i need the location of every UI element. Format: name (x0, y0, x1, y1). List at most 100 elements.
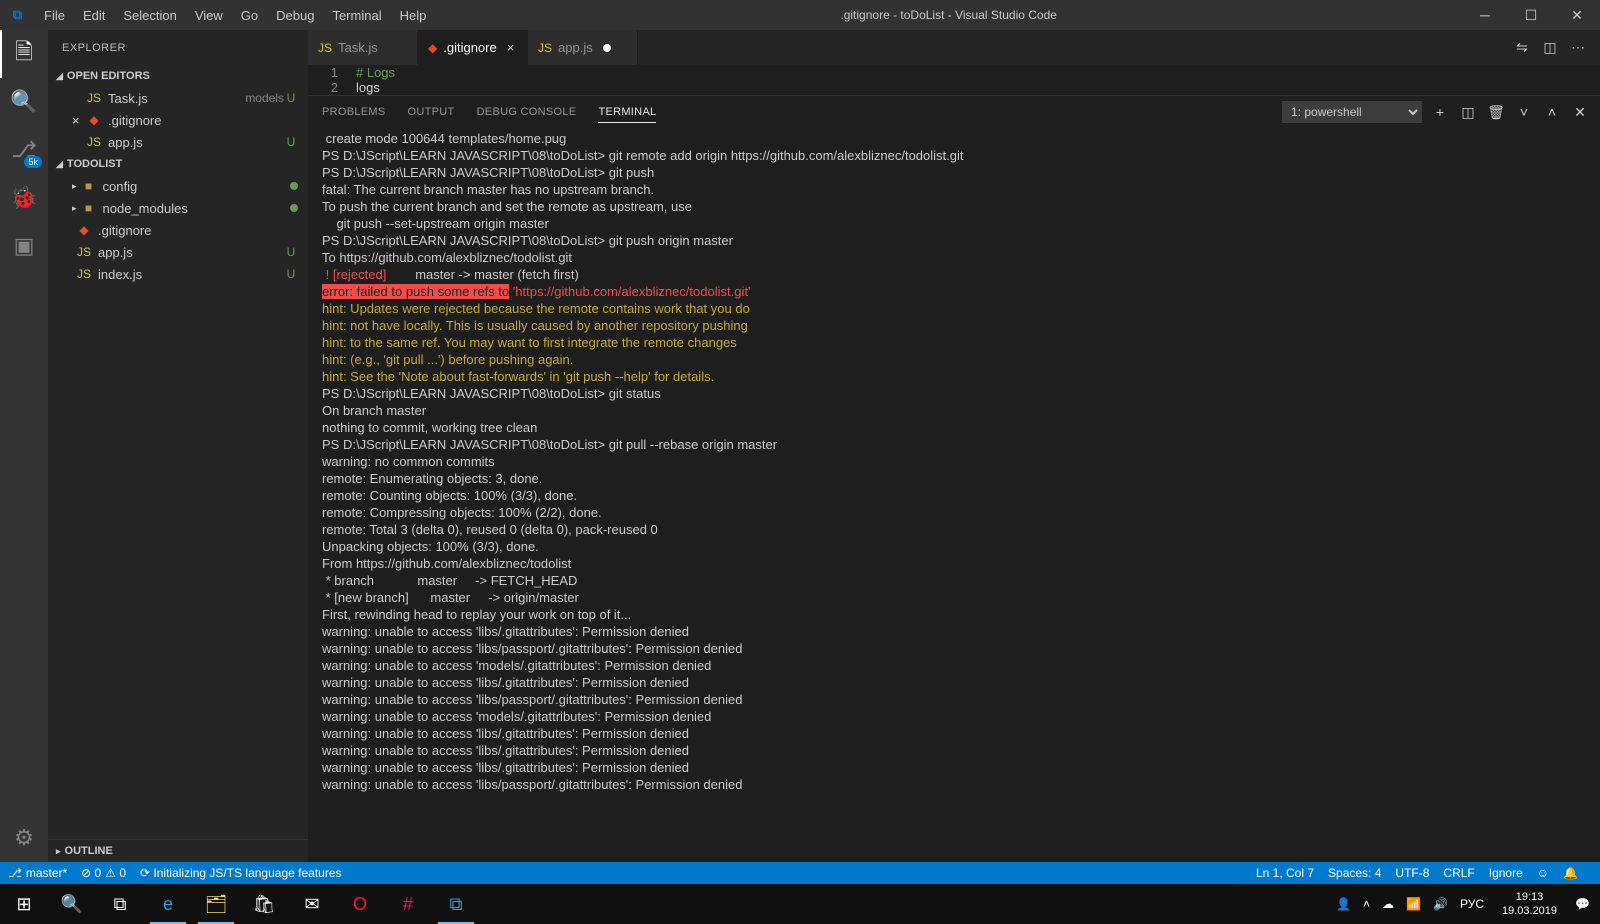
debug-icon[interactable]: 🐞 (0, 174, 48, 222)
tree-item[interactable]: ◆.gitignore (52, 219, 308, 241)
feedback-icon[interactable]: ☺ (1537, 866, 1549, 880)
file-label: Task.js (108, 91, 240, 106)
terminal-selector[interactable]: 1: powershell (1282, 101, 1422, 123)
file-icon: JS (86, 91, 102, 105)
settings-gear-icon[interactable]: ⚙ (0, 814, 48, 862)
activity-bar: 🗎 🔍 ⎇5k 🐞 ▣ ⚙ (0, 30, 48, 862)
search-icon[interactable]: 🔍 (0, 78, 48, 126)
file-path: models (245, 91, 284, 105)
minimize-button[interactable]: ─ (1462, 0, 1508, 30)
vscode-taskbar-icon[interactable]: ⧉ (432, 884, 480, 924)
editor-tab[interactable]: JSTask.js (308, 30, 418, 65)
system-tray: 👤 ˄ ☁ 📶 🔊 РУС 19:1319.03.2019 💬 (1330, 890, 1600, 918)
close-window-button[interactable]: ✕ (1554, 0, 1600, 30)
menu-debug[interactable]: Debug (267, 0, 323, 30)
tree-item[interactable]: JSapp.jsU (52, 241, 308, 263)
file-icon: JS (538, 41, 552, 55)
panel-maximize-icon[interactable]: ˄ (1542, 104, 1562, 120)
menu-terminal[interactable]: Terminal (323, 0, 390, 30)
menu-help[interactable]: Help (391, 0, 436, 30)
store-icon[interactable]: 🛍 (240, 884, 288, 924)
git-dot-icon (290, 182, 298, 190)
git-status-badge: U (284, 135, 298, 149)
opera-icon[interactable]: O (336, 884, 384, 924)
file-label: .gitignore (108, 113, 298, 128)
menu-edit[interactable]: Edit (74, 0, 114, 30)
errors-status[interactable]: ⊘ 0 ⚠ 0 (81, 866, 126, 880)
panel-tab-problems[interactable]: PROBLEMS (322, 102, 386, 123)
task-status[interactable]: ⟳ Initializing JS/TS language features (140, 866, 342, 880)
clock[interactable]: 19:1319.03.2019 (1490, 890, 1569, 918)
onedrive-icon[interactable]: ☁ (1376, 897, 1400, 911)
split-terminal-icon[interactable]: ◫ (1458, 104, 1478, 121)
kill-terminal-icon[interactable]: 🗑 (1486, 104, 1506, 121)
editor-tab[interactable]: JS app.js (528, 30, 638, 65)
file-label: node_modules (103, 201, 286, 216)
notifications-icon[interactable]: 🔔 (1563, 866, 1578, 880)
eol-status[interactable]: CRLF (1443, 866, 1474, 880)
window-title: .gitignore - toDoList - Visual Studio Co… (435, 8, 1462, 22)
panel-tab-debug-console[interactable]: DEBUG CONSOLE (477, 102, 577, 123)
panel-tabs: PROBLEMS OUTPUT DEBUG CONSOLE TERMINAL 1: p… (308, 96, 1600, 128)
main-menu: FileEditSelectionViewGoDebugTerminalHelp (35, 0, 435, 30)
input-language[interactable]: РУС (1454, 897, 1490, 911)
panel-close-icon[interactable]: ✕ (1570, 104, 1590, 121)
split-editor-icon[interactable]: ◫ (1536, 39, 1564, 56)
open-editor-item[interactable]: JSapp.jsU (52, 131, 308, 153)
tree-item[interactable]: ▸■config (52, 175, 308, 197)
file-icon: JS (76, 245, 92, 259)
editor-text[interactable]: 12 # Logslogs █████ (308, 65, 1600, 95)
menu-file[interactable]: File (35, 0, 74, 30)
new-terminal-icon[interactable]: + (1430, 104, 1450, 120)
action-center-icon[interactable]: 💬 (1569, 897, 1596, 911)
project-header[interactable]: ◢TODOLIST (52, 153, 308, 175)
people-icon[interactable]: 👤 (1330, 897, 1357, 911)
task-view-icon[interactable]: ⧉ (96, 884, 144, 924)
open-editor-item[interactable]: ×◆.gitignore (52, 109, 308, 131)
file-explorer-icon[interactable]: 🗂 (192, 884, 240, 924)
tray-chevron-up-icon[interactable]: ˄ (1357, 897, 1376, 911)
taskbar-search-icon[interactable]: 🔍 (48, 884, 96, 924)
maximize-button[interactable]: ☐ (1508, 0, 1554, 30)
extensions-icon[interactable]: ▣ (0, 222, 48, 270)
cursor-position[interactable]: Ln 1, Col 7 (1256, 866, 1314, 880)
dirty-indicator-icon (603, 44, 611, 52)
menu-view[interactable]: View (186, 0, 232, 30)
volume-icon[interactable]: 🔊 (1427, 897, 1454, 911)
close-icon[interactable]: × (72, 113, 86, 128)
git-branch-status[interactable]: ⎇ master* (8, 866, 67, 880)
panel-chevron-up-icon[interactable]: ˅ (1514, 104, 1534, 120)
encoding-status[interactable]: UTF-8 (1395, 866, 1429, 880)
compare-changes-icon[interactable]: ⇋ (1508, 39, 1536, 56)
wifi-icon[interactable]: 📶 (1400, 897, 1427, 911)
explorer-icon[interactable]: 🗎 (0, 30, 48, 78)
menu-go[interactable]: Go (232, 0, 267, 30)
tree-item[interactable]: JSindex.jsU (52, 263, 308, 285)
tab-label: Task.js (338, 40, 378, 55)
edge-icon[interactable]: e (144, 884, 192, 924)
more-actions-icon[interactable]: ⋯ (1564, 39, 1592, 56)
slack-icon[interactable]: # (384, 884, 432, 924)
indentation-status[interactable]: Spaces: 4 (1328, 866, 1381, 880)
panel-tab-output[interactable]: OUTPUT (408, 102, 455, 123)
panel-tab-terminal[interactable]: TERMINAL (598, 102, 656, 123)
open-editor-item[interactable]: JSTask.jsmodelsU (52, 87, 308, 109)
tab-label: app.js (558, 40, 593, 55)
tree-item[interactable]: ▸■node_modules (52, 197, 308, 219)
terminal-output[interactable]: create mode 100644 templates/home.pugPS … (308, 128, 1600, 862)
git-status-badge: U (284, 267, 298, 281)
tab-label: .gitignore (443, 40, 496, 55)
twistie-icon: ▸ (72, 203, 77, 214)
source-control-icon[interactable]: ⎇5k (0, 126, 48, 174)
open-editors-header[interactable]: ◢OPEN EDITORS (52, 65, 308, 87)
vscode-logo-icon: ⧉ (0, 7, 35, 23)
sidebar-header: EXPLORER (48, 30, 308, 65)
mail-icon[interactable]: ✉ (288, 884, 336, 924)
menu-selection[interactable]: Selection (114, 0, 185, 30)
file-label: app.js (98, 245, 284, 260)
language-mode[interactable]: Ignore (1489, 866, 1523, 880)
close-tab-icon[interactable]: × (507, 40, 515, 55)
outline-header[interactable]: ▸OUTLINE (52, 840, 308, 862)
editor-tab[interactable]: ◆.gitignore× (418, 30, 528, 65)
start-button[interactable]: ⊞ (0, 884, 48, 924)
